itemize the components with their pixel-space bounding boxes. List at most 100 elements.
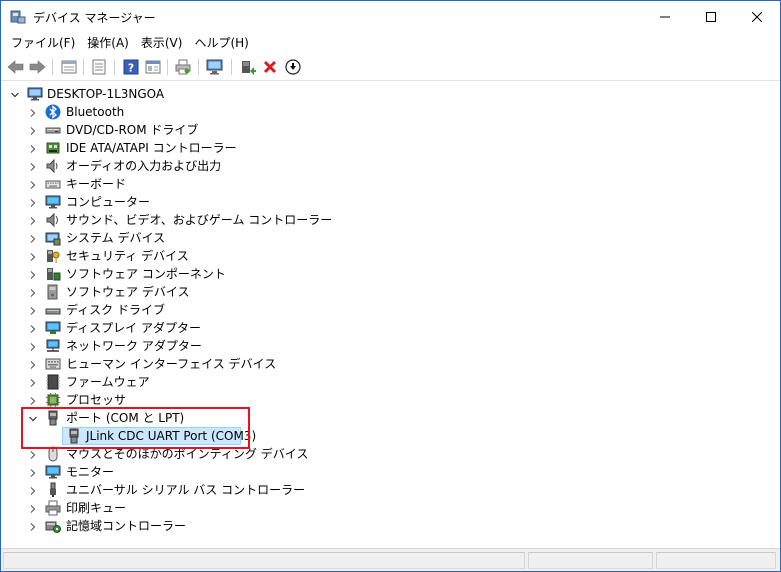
chevron-right-icon[interactable] xyxy=(28,449,38,459)
chevron-right-icon[interactable] xyxy=(28,107,38,117)
tree-item-label: セキュリティ デバイス xyxy=(66,249,189,263)
chevron-right-icon[interactable] xyxy=(28,323,38,333)
software-device-icon xyxy=(45,284,61,300)
tree-category-item[interactable]: DVD/CD-ROM ドライブ xyxy=(1,121,780,139)
tree-item-label: モニター xyxy=(66,465,115,479)
forward-arrow-icon[interactable] xyxy=(28,58,46,76)
bluetooth-icon xyxy=(45,104,61,120)
disable-icon[interactable] xyxy=(284,58,302,76)
chevron-right-icon[interactable] xyxy=(28,287,38,297)
chevron-right-icon[interactable] xyxy=(28,305,38,315)
chevron-right-icon[interactable] xyxy=(28,143,38,153)
chevron-right-icon[interactable] xyxy=(28,161,38,171)
tree-category-item[interactable]: ユニバーサル シリアル バス コントローラー xyxy=(1,481,780,499)
scan-hardware-icon[interactable] xyxy=(206,58,224,76)
minimize-button[interactable] xyxy=(642,1,688,32)
uninstall-icon[interactable] xyxy=(261,58,279,76)
chevron-down-icon[interactable] xyxy=(10,89,20,99)
chevron-right-icon[interactable] xyxy=(28,233,38,243)
sound-icon xyxy=(45,212,61,228)
chevron-right-icon[interactable] xyxy=(28,521,38,531)
tree-category-item[interactable]: 印刷キュー xyxy=(1,499,780,517)
close-icon xyxy=(752,11,762,22)
tree-item-label: Bluetooth xyxy=(66,105,125,119)
tree-category-item[interactable]: ネットワーク アダプター xyxy=(1,337,780,355)
tree-category-item[interactable]: ディスク ドライブ xyxy=(1,301,780,319)
close-button[interactable] xyxy=(734,1,780,32)
status-segment xyxy=(656,552,776,569)
chevron-right-icon[interactable] xyxy=(28,197,38,207)
svg-text:?: ? xyxy=(128,62,134,75)
tree-item-label: ソフトウェア デバイス xyxy=(66,285,190,299)
tree-category-item[interactable]: オーディオの入力および出力 xyxy=(1,157,780,175)
tree-category-item[interactable]: システム デバイス xyxy=(1,229,780,247)
status-segment xyxy=(528,552,653,569)
hid-icon xyxy=(45,356,61,372)
tree-category-item[interactable]: ソフトウェア デバイス xyxy=(1,283,780,301)
chevron-right-icon[interactable] xyxy=(28,485,38,495)
software-component-icon xyxy=(45,266,61,282)
tree-item-label: コンピューター xyxy=(66,195,151,209)
tree-category-item[interactable]: ディスプレイ アダプター xyxy=(1,319,780,337)
status-segment xyxy=(3,552,525,569)
chevron-right-icon[interactable] xyxy=(28,215,38,225)
menu-bar: ファイル(F) 操作(A) 表示(V) ヘルプ(H) xyxy=(1,32,780,52)
device-tree[interactable]: DESKTOP-1L3NGOA Bluetooth DVD/CD-ROM ドライブ I… xyxy=(1,82,780,545)
security-device-icon xyxy=(45,248,61,264)
chevron-right-icon[interactable] xyxy=(28,125,38,135)
tree-item-label: ソフトウェア コンポーネント xyxy=(66,267,226,281)
back-arrow-icon[interactable] xyxy=(7,58,25,76)
view-icon[interactable] xyxy=(144,58,162,76)
audio-icon xyxy=(45,158,61,174)
processor-icon xyxy=(45,392,61,408)
tree-item-label: ヒューマン インターフェイス デバイス xyxy=(66,357,277,371)
system-device-icon xyxy=(45,230,61,246)
tree-category-item[interactable]: モニター xyxy=(1,463,780,481)
tree-item-label: ファームウェア xyxy=(66,375,150,389)
tree-category-item[interactable]: セキュリティ デバイス xyxy=(1,247,780,265)
minimize-icon xyxy=(660,12,670,22)
properties-icon[interactable] xyxy=(90,58,108,76)
show-hidden-icon[interactable] xyxy=(60,58,78,76)
tree-item-label: サウンド、ビデオ、およびゲーム コントローラー xyxy=(66,213,333,227)
tree-item-label: ユニバーサル シリアル バス コントローラー xyxy=(66,483,306,497)
tree-category-item[interactable]: Bluetooth xyxy=(1,103,780,121)
tree-category-item[interactable]: 記憶域コントローラー xyxy=(1,517,780,535)
tree-category-item[interactable]: サウンド、ビデオ、およびゲーム コントローラー xyxy=(1,211,780,229)
chevron-right-icon[interactable] xyxy=(28,341,38,351)
chevron-right-icon[interactable] xyxy=(28,269,38,279)
tree-item-label: ネットワーク アダプター xyxy=(66,339,202,353)
maximize-button[interactable] xyxy=(688,1,734,32)
tree-item-label: 記憶域コントローラー xyxy=(66,519,187,533)
tree-item-label: 印刷キュー xyxy=(66,501,127,515)
tree-category-item[interactable]: コンピューター xyxy=(1,193,780,211)
computer-root-icon xyxy=(27,86,43,102)
chevron-right-icon[interactable] xyxy=(28,377,38,387)
menu-help[interactable]: ヘルプ(H) xyxy=(188,32,254,52)
menu-file[interactable]: ファイル(F) xyxy=(5,32,81,52)
update-driver-icon[interactable] xyxy=(239,58,257,76)
chevron-right-icon[interactable] xyxy=(28,467,38,477)
window-title: デバイス マネージャー xyxy=(33,11,156,25)
help-icon[interactable]: ? xyxy=(122,58,140,76)
tree-item-label: キーボード xyxy=(66,177,127,191)
keyboard-icon xyxy=(45,176,61,192)
chevron-right-icon[interactable] xyxy=(28,503,38,513)
tree-category-item[interactable]: IDE ATA/ATAPI コントローラー xyxy=(1,139,780,157)
tree-category-item[interactable]: ソフトウェア コンポーネント xyxy=(1,265,780,283)
menu-view[interactable]: 表示(V) xyxy=(135,32,189,52)
tree-category-item[interactable]: ヒューマン インターフェイス デバイス xyxy=(1,355,780,373)
usb-icon xyxy=(45,482,61,498)
tree-item-label: プロセッサ xyxy=(66,393,127,407)
chevron-right-icon[interactable] xyxy=(28,179,38,189)
status-bar xyxy=(1,548,780,571)
tree-category-item[interactable]: ファームウェア xyxy=(1,373,780,391)
menu-action[interactable]: 操作(A) xyxy=(81,32,135,52)
tree-root[interactable]: DESKTOP-1L3NGOA xyxy=(1,85,780,103)
device-manager-window: デバイス マネージャー ファイル(F) 操作(A) 表示(V) ヘルプ(H) ?… xyxy=(0,0,781,572)
chevron-right-icon[interactable] xyxy=(28,395,38,405)
chevron-right-icon[interactable] xyxy=(28,251,38,261)
tree-category-item[interactable]: キーボード xyxy=(1,175,780,193)
chevron-right-icon[interactable] xyxy=(28,359,38,369)
print-icon[interactable] xyxy=(174,58,192,76)
